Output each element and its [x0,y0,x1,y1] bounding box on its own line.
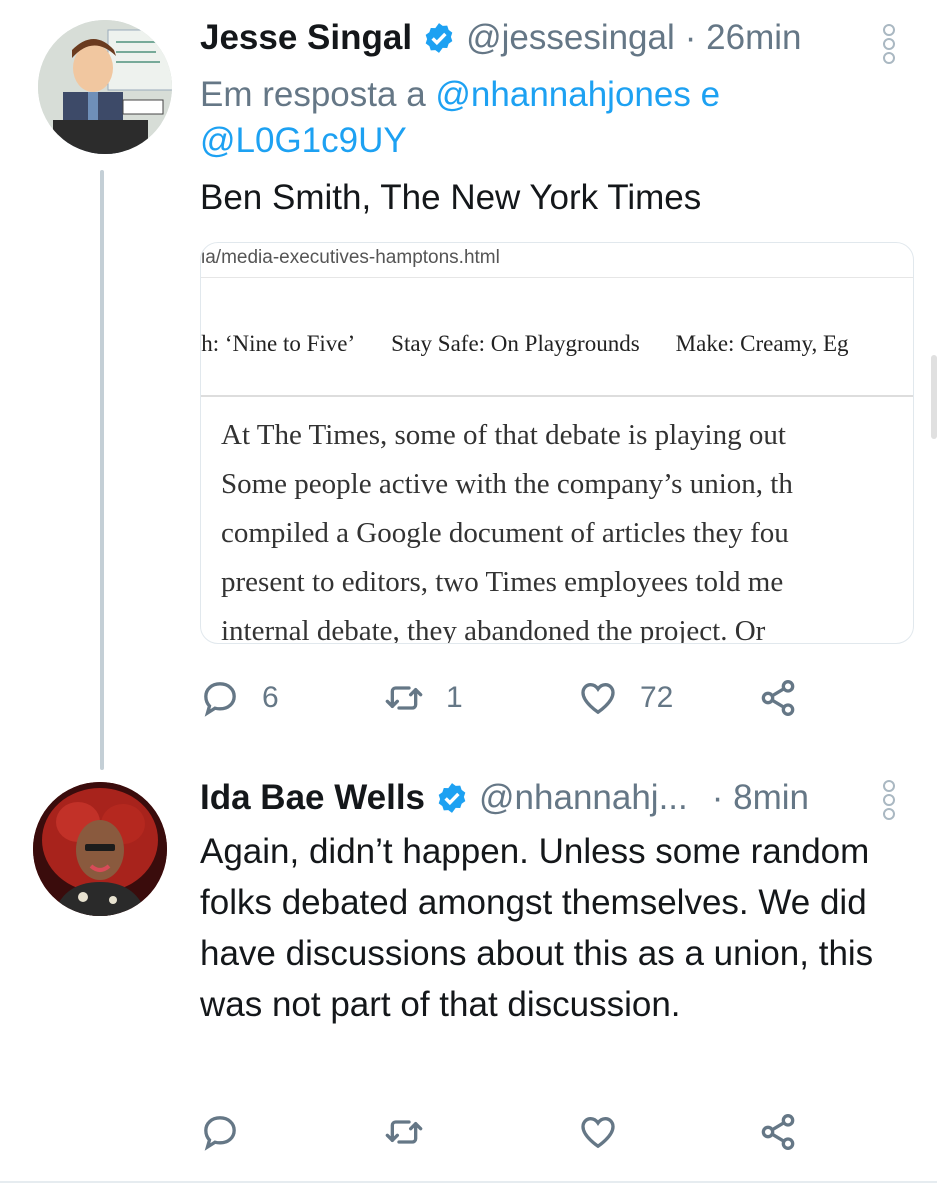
like-button[interactable] [578,1112,618,1152]
tweet-actions [200,1112,820,1152]
verified-badge-icon [425,23,453,53]
reply-button[interactable] [200,1112,240,1152]
display-name[interactable]: Jesse Singal [200,18,412,58]
card-url-bar: ia/media-executives-hamptons.html [201,243,913,278]
tweet-text: Again, didn’t happen. Unless some random… [200,832,874,1024]
more-vertical-icon[interactable] [883,778,897,822]
tweet-divider [0,1181,937,1183]
avatar-image [33,782,167,916]
reply-prefix: Em resposta a [200,75,426,114]
reply-button[interactable]: 6 [200,678,279,718]
card-text-line: Some people active with the company’s un… [221,468,793,500]
avatar[interactable] [33,782,167,916]
like-count: 72 [640,681,674,714]
verified-badge-icon [438,783,466,813]
card-nav-item: Make: Creamy, Eg [675,331,849,356]
handle[interactable]: @jessesingal [466,18,675,58]
reply-icon [204,682,236,717]
reply-icon [204,1116,236,1151]
retweet-button[interactable] [384,1112,424,1152]
card-nav-item: Stay Safe: On Playgrounds [391,331,640,356]
timestamp[interactable]: · 26min [685,18,802,58]
card-text-line: present to editors, two Times employees … [221,566,784,598]
tweet-header: Jesse Singal @jessesingal · 26min [200,18,801,58]
attached-image-card[interactable]: ia/media-executives-hamptons.html ch: ‘N… [200,242,914,644]
tweet-actions: 6 1 72 [200,678,820,718]
share-button[interactable] [758,1112,798,1152]
card-nav-row: ch: ‘Nine to Five’ Stay Safe: On Playgro… [201,331,913,367]
heart-icon [581,1116,615,1149]
retweet-count: 1 [446,681,463,714]
avatar[interactable] [38,20,172,154]
reply-count: 6 [262,681,279,714]
timestamp[interactable]: · 8min [712,778,809,818]
avatar-image [38,20,172,154]
card-divider [201,395,913,397]
retweet-icon [385,686,423,710]
reply-context: Em resposta a @nhannahjones e @L0G1c9UY [200,72,860,164]
share-button[interactable] [758,678,798,718]
retweet-icon [385,1120,423,1144]
display-name[interactable]: Ida Bae Wells [200,778,425,818]
card-nav-item: ch: ‘Nine to Five’ [201,331,356,356]
scrollbar-thumb[interactable] [931,355,937,439]
share-icon [761,1114,795,1151]
like-button[interactable]: 72 [578,678,673,718]
reply-joiner: e [700,75,721,114]
reply-mention-link[interactable]: @nhannahjones [435,75,690,114]
reply-mention-link[interactable]: @L0G1c9UY [200,121,407,160]
retweet-button[interactable]: 1 [384,678,463,718]
card-text-line: At The Times, some of that debate is pla… [221,419,786,451]
card-article-text: At The Times, some of that debate is pla… [221,411,913,644]
card-text-line: internal debate, they abandoned the proj… [221,615,766,644]
heart-icon [581,682,615,715]
thread-connector-line [100,170,104,770]
more-vertical-icon[interactable] [883,22,897,66]
card-text-line: compiled a Google document of articles t… [221,517,789,549]
handle[interactable]: @nhannahj... [479,778,688,818]
share-icon [761,680,795,717]
tweet-header: Ida Bae Wells @nhannahj... · 8min [200,778,809,818]
tweet-text: Ben Smith, The New York Times [200,178,702,217]
